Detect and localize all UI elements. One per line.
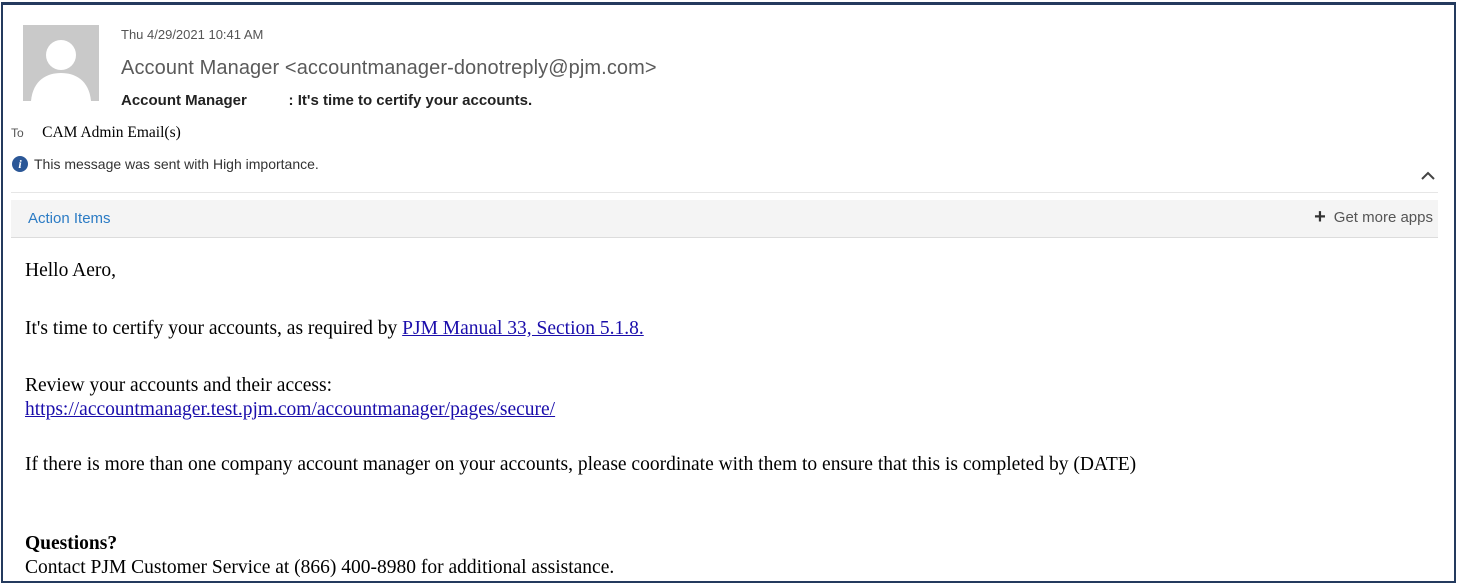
greeting: Hello Aero,: [25, 260, 116, 281]
contact-text: Contact PJM Customer Service at (866) 40…: [25, 557, 615, 578]
message-subject: Account Manager : It's time to certify y…: [121, 92, 532, 109]
sender-avatar: [23, 25, 99, 101]
date-placeholder: (DATE): [1073, 454, 1137, 475]
collapse-header-button[interactable]: [1416, 169, 1440, 187]
email-reading-pane: Thu 4/29/2021 10:41 AM Account Manager <…: [1, 2, 1456, 583]
sender-address[interactable]: Account Manager <accountmanager-donotrep…: [121, 57, 657, 80]
redacted-space: [247, 92, 289, 109]
chevron-up-icon: [1421, 171, 1435, 180]
coordinate-paragraph: If there is more than one company accoun…: [25, 454, 1136, 476]
plus-icon: +: [1314, 206, 1326, 228]
person-icon: [23, 25, 99, 101]
get-more-apps-label: Get more apps: [1333, 209, 1433, 226]
importance-text: This message was sent with High importan…: [34, 156, 319, 172]
to-label: To: [11, 126, 24, 140]
info-icon: i: [12, 156, 28, 172]
importance-notice: i This message was sent with High import…: [12, 156, 319, 172]
review-text: Review your accounts and their access:: [25, 375, 333, 396]
certify-paragraph: It's time to certify your accounts, as r…: [25, 318, 644, 340]
get-more-apps-button[interactable]: + Get more apps: [1314, 206, 1433, 228]
header-divider: [11, 192, 1438, 193]
sent-date: Thu 4/29/2021 10:41 AM: [121, 27, 264, 42]
manual-link[interactable]: PJM Manual 33, Section 5.1.8.: [402, 318, 644, 339]
recipients-row: To CAM Admin Email(s): [11, 124, 181, 142]
review-url-line: https://accountmanager.test.pjm.com/acco…: [25, 399, 555, 421]
subject-sender: Account Manager: [121, 92, 247, 109]
action-bar: Action Items + Get more apps: [11, 200, 1438, 238]
to-recipients[interactable]: CAM Admin Email(s): [42, 124, 181, 141]
action-items-link[interactable]: Action Items: [28, 210, 111, 227]
questions-heading: Questions?: [25, 533, 118, 554]
coordinate-text: If there is more than one company accoun…: [25, 454, 1069, 475]
subject-text: : It's time to certify your accounts.: [288, 92, 533, 109]
certify-intro: It's time to certify your accounts, as r…: [25, 318, 403, 339]
review-url-link[interactable]: https://accountmanager.test.pjm.com/acco…: [25, 399, 555, 420]
